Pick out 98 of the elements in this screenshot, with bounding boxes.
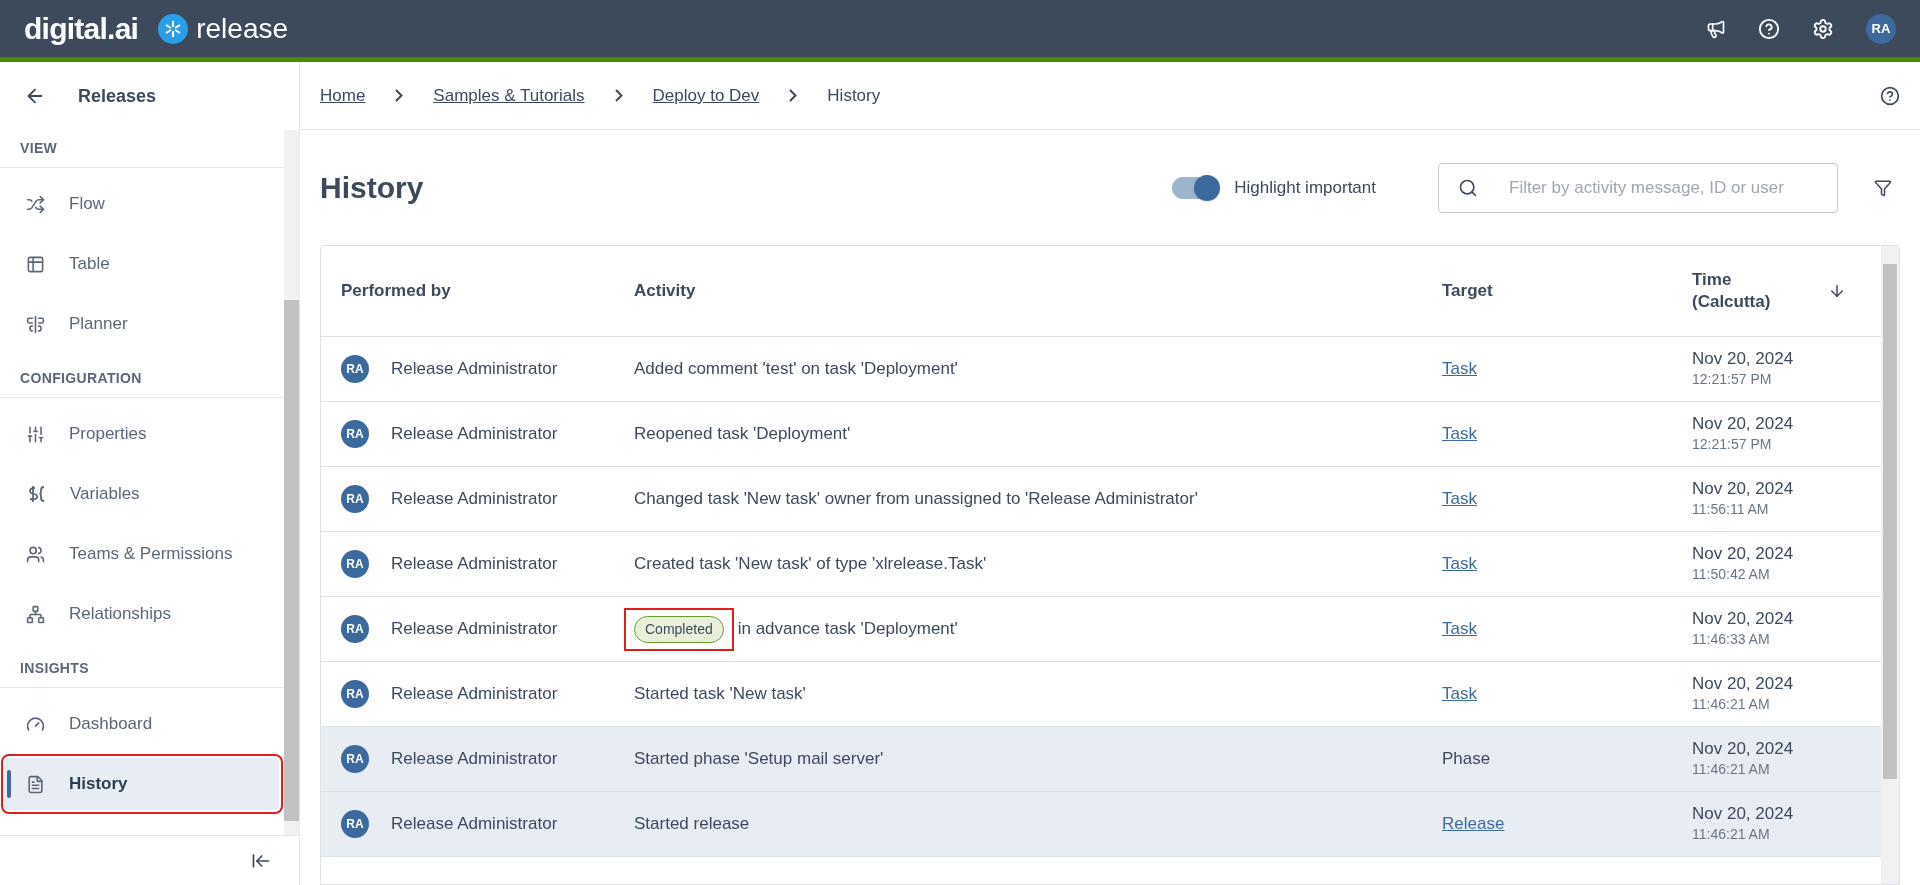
breadcrumb-current: History: [827, 84, 881, 107]
section-heading: INSIGHTS: [20, 659, 89, 678]
date-text: Nov 20, 2024: [1692, 544, 1794, 564]
search-field[interactable]: Filter by activity message, ID or user: [1438, 162, 1838, 213]
column-header[interactable]: Target: [1442, 278, 1692, 304]
chevron-icon: [395, 89, 404, 102]
column-header[interactable]: Time (Calcutta): [1692, 269, 1802, 313]
time-text: 11:56:11 AM: [1692, 500, 1770, 519]
gauge-icon: [26, 714, 45, 734]
scrollbar[interactable]: [284, 130, 299, 835]
breadcrumb-link[interactable]: Samples & Tutorials: [433, 82, 585, 109]
status-badge: Completed: [634, 615, 724, 643]
activity-text: Added comment 'test' on task 'Deployment': [634, 358, 958, 381]
variables-icon: [26, 484, 46, 504]
activity-text: in advance task 'Deployment': [737, 618, 958, 641]
column-header[interactable]: Performed by: [321, 278, 634, 304]
user-avatar: RA: [341, 745, 369, 773]
nav-item[interactable]: Table: [5, 238, 279, 290]
document-icon: [26, 774, 45, 794]
target-link[interactable]: Release: [1442, 814, 1505, 834]
target-link[interactable]: Task: [1442, 554, 1477, 574]
activity-text: Started task 'New task': [634, 683, 806, 706]
activity-text: Created task 'New task' of type 'xlrelease.Task': [634, 553, 987, 576]
user-name: Release Administrator: [391, 423, 558, 446]
activity-text: Started phase 'Setup mail server': [634, 748, 884, 771]
toggle-label: Highlight important: [1234, 176, 1376, 199]
product-name: release: [196, 11, 289, 46]
user-name: Release Administrator: [391, 553, 558, 576]
target-link[interactable]: Task: [1442, 489, 1477, 509]
hierarchy-icon: [26, 604, 45, 624]
product-logo-icon: [158, 13, 189, 44]
user-avatar: RA: [341, 680, 369, 708]
user-name: Release Administrator: [391, 488, 558, 511]
chevron-icon: [789, 89, 798, 102]
time-text: 12:21:57 PM: [1692, 370, 1773, 389]
nav-item[interactable]: Properties: [5, 408, 279, 460]
date-text: Nov 20, 2024: [1692, 804, 1794, 824]
highlight-toggle[interactable]: [1172, 176, 1219, 199]
scrollbar[interactable]: [1881, 246, 1899, 884]
date-text: Nov 20, 2024: [1692, 739, 1794, 759]
filter-icon[interactable]: [1874, 178, 1892, 197]
nav-item[interactable]: Planner: [5, 298, 279, 350]
user-name: Release Administrator: [391, 618, 558, 641]
user-name: Release Administrator: [391, 358, 558, 381]
time-text: 12:21:57 PM: [1692, 435, 1773, 454]
user-name: Release Administrator: [391, 813, 558, 836]
activity-text: Changed task 'New task' owner from unassigned to 'Release Administrator': [634, 488, 1198, 511]
section-heading: CONFIGURATION: [20, 369, 142, 388]
active-indicator: [7, 770, 11, 798]
target-link[interactable]: Task: [1442, 424, 1477, 444]
help-icon[interactable]: [1880, 85, 1900, 106]
target-link[interactable]: Task: [1442, 619, 1477, 639]
nav-item[interactable]: Flow: [5, 178, 279, 230]
date-text: Nov 20, 2024: [1692, 414, 1794, 434]
back-link[interactable]: Releases: [78, 82, 157, 110]
section-heading: VIEW: [20, 139, 58, 158]
breadcrumb-link[interactable]: Home: [320, 82, 366, 109]
people-icon: [26, 544, 45, 564]
user-avatar[interactable]: RA: [1866, 13, 1896, 44]
date-text: Nov 20, 2024: [1692, 479, 1794, 499]
date-text: Nov 20, 2024: [1692, 674, 1794, 694]
target-link[interactable]: Task: [1442, 359, 1477, 379]
user-avatar: RA: [341, 810, 369, 838]
target-link[interactable]: Task: [1442, 684, 1477, 704]
brand-logo: digital.ai: [24, 11, 139, 47]
table-icon: [26, 254, 45, 274]
page-title: History: [320, 170, 424, 206]
date-text: Nov 20, 2024: [1692, 609, 1794, 629]
nav-item[interactable]: Relationships: [5, 588, 279, 640]
nav-item[interactable]: Teams & Permissions: [5, 528, 279, 580]
sliders-icon: [26, 424, 45, 444]
activity-text: Reopened task 'Deployment': [634, 423, 851, 446]
user-name: Release Administrator: [391, 683, 558, 706]
activity-text: Started release: [634, 813, 750, 836]
user-avatar: RA: [341, 420, 369, 448]
megaphone-icon[interactable]: [1706, 18, 1726, 39]
shuffle-icon: [26, 194, 45, 214]
user-name: Release Administrator: [391, 748, 558, 771]
user-avatar: RA: [341, 550, 369, 578]
settings-icon[interactable]: [1812, 17, 1834, 40]
time-text: 11:46:21 AM: [1692, 825, 1771, 844]
search-icon: [1458, 177, 1478, 198]
sort-arrow-icon[interactable]: [1828, 282, 1846, 300]
nav-item[interactable]: Variables: [5, 468, 279, 520]
date-text: Nov 20, 2024: [1692, 349, 1794, 369]
timeline-icon: [26, 314, 45, 334]
time-text: 11:46:21 AM: [1692, 695, 1771, 714]
time-text: 11:50:42 AM: [1692, 565, 1771, 584]
user-avatar: RA: [341, 355, 369, 383]
user-avatar: RA: [341, 485, 369, 513]
breadcrumb-link[interactable]: Deploy to Dev: [652, 82, 760, 109]
column-header[interactable]: Activity: [634, 278, 1442, 304]
user-avatar: RA: [341, 615, 369, 643]
time-text: 11:46:21 AM: [1692, 760, 1771, 779]
time-text: 11:46:33 AM: [1692, 630, 1771, 649]
target-text: Phase: [1442, 749, 1491, 769]
chevron-icon: [614, 89, 623, 102]
nav-item[interactable]: Dashboard: [5, 698, 279, 750]
